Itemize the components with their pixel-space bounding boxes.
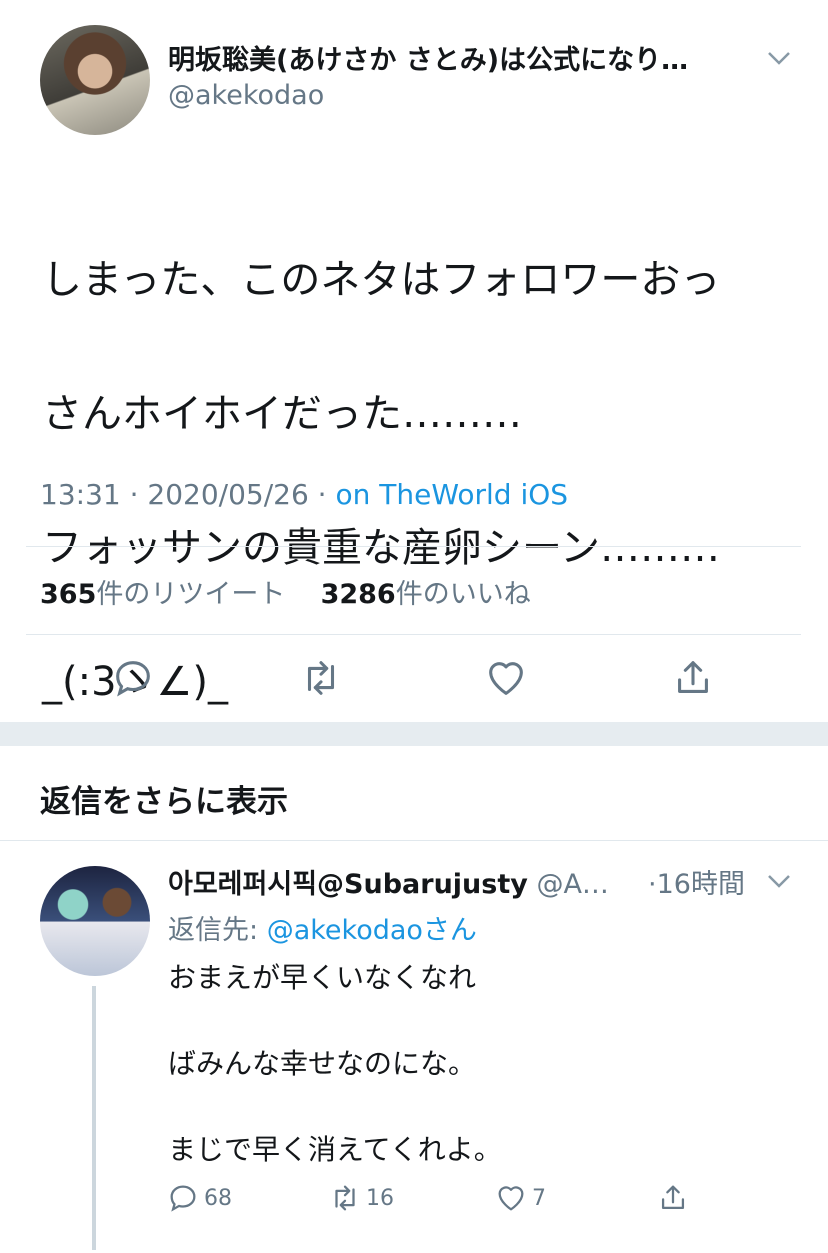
heart-icon[interactable] <box>483 655 529 701</box>
likes-stat[interactable]: 3286件のいいね <box>321 579 531 610</box>
reply-count: 68 <box>204 1185 232 1211</box>
share-icon[interactable] <box>670 655 716 701</box>
tweet-meta: 13:31 · 2020/05/26 · on TheWorld iOS <box>40 478 568 511</box>
reply-author-avatar[interactable] <box>40 866 150 976</box>
author-name[interactable]: 明坂聡美(あけさか さとみ)は公式になり… <box>168 38 688 77</box>
reply-author-name: 아모레퍼시픽@Subarujusty <box>168 869 528 900</box>
retweets-count: 365 <box>40 579 97 610</box>
reply-to-suffix: さん <box>422 915 477 946</box>
divider <box>0 840 828 841</box>
section-separator <box>0 722 828 746</box>
reply-to-handle-link[interactable]: @akekodao <box>267 915 423 946</box>
retweets-stat[interactable]: 365件のリツイート <box>40 579 285 610</box>
reply-text-line: ばみんな幸せなのにな。 <box>168 1047 477 1080</box>
reply-to: 返信先: @akekodaoさん <box>168 908 477 947</box>
show-more-replies-button[interactable]: 返信をさらに表示 <box>40 776 288 821</box>
tweet-text-line: さんホイホイだった……… <box>42 391 522 437</box>
like-count: 7 <box>532 1185 546 1211</box>
author-avatar[interactable] <box>40 25 150 135</box>
likes-count: 3286 <box>320 579 396 610</box>
reply-share-button[interactable] <box>656 1178 690 1218</box>
reply-to-prefix: 返信先: <box>168 915 267 946</box>
retweet-count: 16 <box>366 1185 394 1211</box>
reply-retweet-button[interactable]: 16 <box>328 1178 394 1218</box>
tweet-stats: 365件のリツイート 3286件のいいね <box>40 572 531 611</box>
tweet-timestamp: 13:31 · 2020/05/26 · <box>40 478 336 511</box>
author-handle[interactable]: @akekodao <box>168 80 324 111</box>
share-icon <box>661 1185 685 1210</box>
reply-icon <box>170 1185 196 1212</box>
divider <box>26 546 801 547</box>
divider <box>26 634 801 635</box>
thread-line <box>92 986 96 1250</box>
heart-icon <box>498 1186 524 1211</box>
retweet-icon <box>335 1185 355 1211</box>
reply-icon[interactable] <box>110 655 156 701</box>
reply-text-line: まじで早く消えてくれよ。 <box>168 1133 502 1166</box>
chevron-down-icon[interactable] <box>766 48 792 73</box>
tweet-source-link[interactable]: on TheWorld iOS <box>335 478 568 511</box>
retweet-icon[interactable] <box>298 655 344 701</box>
reply-text-line: おまえが早くいなくなれ <box>168 961 477 994</box>
reply-author[interactable]: 아모레퍼시픽@Subarujusty @A… <box>168 862 609 901</box>
reply-text: おまえが早くいなくなれ ばみんな幸せなのにな。 まじで早く消えてくれよ。 <box>168 958 788 1170</box>
reply-timestamp[interactable]: ·16時間 <box>648 862 745 901</box>
likes-label: 件のいいね <box>395 579 531 610</box>
tweet-text-line: しまった、このネタはフォロワーおっ <box>42 257 721 303</box>
reply-author-handle: @A… <box>536 869 609 900</box>
reply-like-button[interactable]: 7 <box>494 1178 546 1218</box>
chevron-down-icon[interactable] <box>766 871 792 896</box>
retweets-label: 件のリツイート <box>96 579 286 610</box>
reply-reply-button[interactable]: 68 <box>166 1178 232 1218</box>
